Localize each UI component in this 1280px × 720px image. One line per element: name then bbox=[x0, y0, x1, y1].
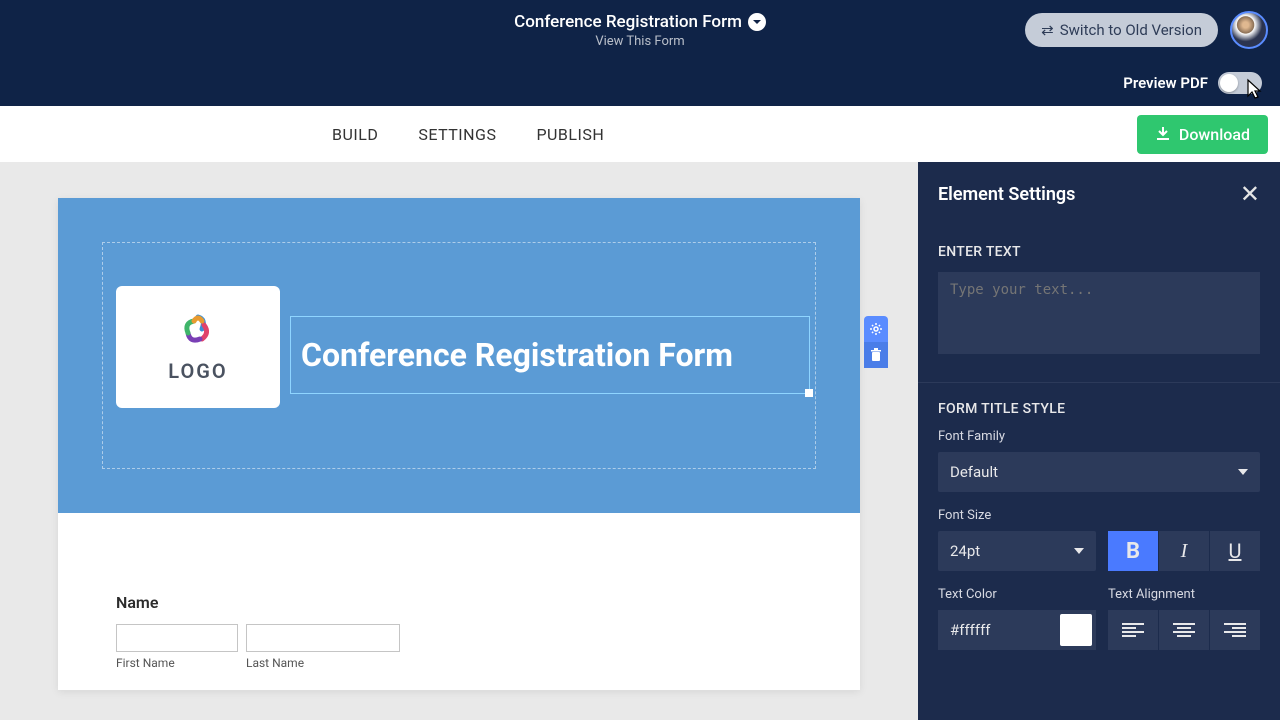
toggle-knob bbox=[1220, 74, 1238, 92]
page-title-container[interactable]: Conference Registration Form bbox=[514, 12, 766, 32]
font-size-select[interactable]: 24pt bbox=[938, 531, 1096, 571]
form-title-text: Conference Registration Form bbox=[301, 336, 733, 374]
resize-handle[interactable] bbox=[805, 389, 813, 397]
text-color-input[interactable]: #ffffff bbox=[938, 610, 1096, 650]
form-header[interactable]: LOGO Conference Registration Form bbox=[58, 198, 860, 513]
form-body: Name First Name Last Name bbox=[58, 513, 860, 690]
text-alignment-label: Text Alignment bbox=[1108, 587, 1260, 602]
element-controls bbox=[864, 316, 888, 368]
first-name-sublabel: First Name bbox=[116, 656, 238, 670]
logo-placeholder[interactable]: LOGO bbox=[116, 286, 280, 408]
swap-icon: ⇄ bbox=[1041, 21, 1054, 39]
chevron-down-icon[interactable] bbox=[748, 13, 766, 31]
gear-icon[interactable] bbox=[864, 316, 888, 342]
form-canvas: LOGO Conference Registration Form Name bbox=[58, 198, 860, 690]
avatar[interactable] bbox=[1230, 11, 1268, 49]
color-swatch[interactable] bbox=[1060, 614, 1092, 646]
canvas-area[interactable]: LOGO Conference Registration Form Name bbox=[0, 162, 918, 720]
last-name-sublabel: Last Name bbox=[246, 656, 400, 670]
last-name-input[interactable] bbox=[246, 624, 400, 652]
element-settings-sidebar: Element Settings ✕ ENTER TEXT FORM TITLE… bbox=[918, 162, 1280, 720]
align-right-button[interactable] bbox=[1210, 610, 1260, 650]
font-family-label: Font Family bbox=[938, 429, 1260, 444]
switch-label: Switch to Old Version bbox=[1060, 21, 1202, 39]
align-left-button[interactable] bbox=[1108, 610, 1158, 650]
view-form-link[interactable]: View This Form bbox=[514, 34, 766, 49]
trash-icon[interactable] bbox=[864, 342, 888, 368]
bold-button[interactable]: B bbox=[1108, 531, 1158, 571]
chevron-down-icon bbox=[1074, 548, 1084, 554]
close-icon[interactable]: ✕ bbox=[1240, 180, 1260, 208]
name-field-label: Name bbox=[116, 593, 802, 612]
enter-text-textarea[interactable] bbox=[938, 272, 1260, 354]
download-label: Download bbox=[1179, 125, 1250, 144]
tab-publish[interactable]: PUBLISH bbox=[536, 125, 604, 144]
logo-icon bbox=[176, 311, 220, 351]
cursor-icon bbox=[1244, 78, 1264, 102]
font-size-label: Font Size bbox=[938, 508, 1260, 523]
preview-pdf-label: Preview PDF bbox=[1123, 74, 1208, 92]
chevron-down-icon bbox=[1238, 469, 1248, 475]
logo-text: LOGO bbox=[168, 359, 227, 383]
preview-bar: Preview PDF bbox=[0, 60, 1280, 106]
font-family-select[interactable]: Default bbox=[938, 452, 1260, 492]
form-title-element[interactable]: Conference Registration Form bbox=[290, 316, 810, 394]
text-color-label: Text Color bbox=[938, 587, 1096, 602]
top-header: Conference Registration Form View This F… bbox=[0, 0, 1280, 60]
font-family-value: Default bbox=[950, 463, 998, 481]
tab-build[interactable]: BUILD bbox=[332, 125, 378, 144]
preview-pdf-toggle[interactable] bbox=[1218, 72, 1262, 94]
page-title: Conference Registration Form bbox=[514, 12, 742, 32]
enter-text-label: ENTER TEXT bbox=[938, 244, 1260, 260]
underline-button[interactable]: U bbox=[1210, 531, 1260, 571]
download-icon bbox=[1155, 127, 1171, 141]
italic-button[interactable]: I bbox=[1159, 531, 1209, 571]
nav-bar: BUILD SETTINGS PUBLISH Download bbox=[0, 106, 1280, 162]
form-title-style-label: FORM TITLE STYLE bbox=[938, 401, 1260, 417]
first-name-input[interactable] bbox=[116, 624, 238, 652]
sidebar-title: Element Settings bbox=[938, 184, 1075, 205]
switch-old-version-button[interactable]: ⇄ Switch to Old Version bbox=[1025, 13, 1218, 47]
font-size-value: 24pt bbox=[950, 542, 980, 560]
align-center-button[interactable] bbox=[1159, 610, 1209, 650]
download-button[interactable]: Download bbox=[1137, 115, 1268, 154]
tab-settings[interactable]: SETTINGS bbox=[418, 125, 496, 144]
text-color-value: #ffffff bbox=[938, 621, 1060, 639]
